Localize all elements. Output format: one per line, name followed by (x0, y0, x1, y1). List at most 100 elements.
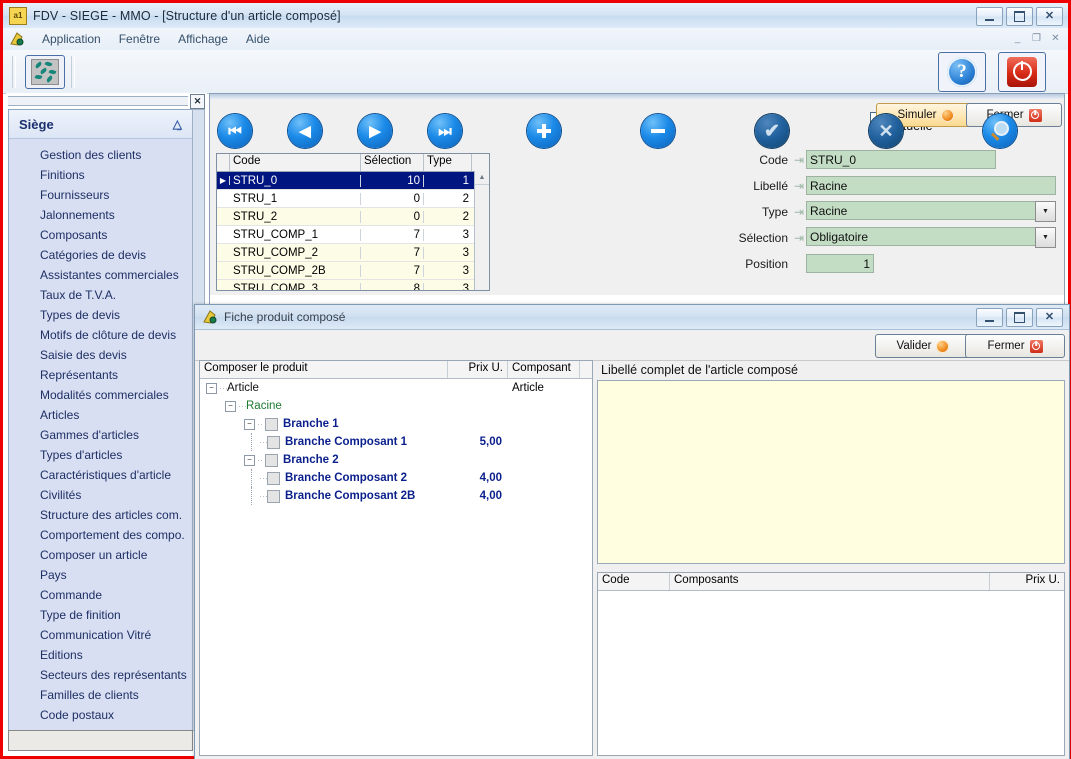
compose-tree-panel[interactable]: Composer le produit Prix U. Composant − … (199, 360, 593, 756)
sidebar-item-comportement-des-composants[interactable]: Comportement des compo. (9, 525, 192, 545)
sidebar-close-icon[interactable]: ✕ (190, 94, 205, 109)
tree-header-composant[interactable]: Composant (508, 361, 580, 378)
tree-row[interactable]: ··· Branche Composant 1 5,00 (200, 433, 592, 451)
tree-row[interactable]: − ··· Racine (200, 397, 592, 415)
collapse-expander-icon[interactable]: − (225, 401, 236, 412)
sidebar-item-structure-des-articles[interactable]: Structure des articles com. (9, 505, 192, 525)
collapse-expander-icon[interactable]: − (244, 419, 255, 430)
tree-row[interactable]: ··· Branche Composant 2 4,00 (200, 469, 592, 487)
collapse-expander-icon[interactable]: − (206, 383, 217, 394)
previous-record-button[interactable]: ◀ (288, 114, 322, 148)
close-button[interactable]: ✕ (1036, 7, 1063, 26)
structure-toolbar-button[interactable] (25, 55, 65, 89)
dialog-maximize-button[interactable] (1006, 308, 1033, 327)
quit-button[interactable] (998, 52, 1046, 92)
sidebar-item-modalites-commerciales[interactable]: Modalités commerciales (9, 385, 192, 405)
table-row[interactable]: STRU_2 0 2 (217, 208, 489, 226)
sidebar-item-gammes-darticles[interactable]: Gammes d'articles (9, 425, 192, 445)
tree-item-checkbox[interactable] (267, 436, 280, 449)
chevron-up-icon[interactable]: △̱ (173, 117, 182, 131)
add-button[interactable] (527, 114, 561, 148)
sidebar-item-code-postaux[interactable]: Code postaux (9, 705, 192, 725)
sidebar-item-editions[interactable]: Editions (9, 645, 192, 665)
sidebar-item-articles[interactable]: Articles (9, 405, 192, 425)
tree-item-checkbox[interactable] (265, 454, 278, 467)
sidebar-item-pays[interactable]: Pays (9, 565, 192, 585)
type-combo[interactable]: Racine ▼ (806, 201, 1056, 222)
first-record-button[interactable]: ⏮ (218, 114, 252, 148)
sidebar-dragbar[interactable]: ✕ (8, 94, 205, 108)
valider-button[interactable]: Valider (875, 334, 971, 358)
tree-item-checkbox[interactable] (267, 490, 280, 503)
scroll-up-icon[interactable]: ▲ (475, 171, 489, 185)
menu-item-aide[interactable]: Aide (237, 30, 279, 48)
tree-item-checkbox[interactable] (265, 418, 278, 431)
structure-grid[interactable]: Code Sélection Type ▶ STRU_0 10 1 STRU_1… (216, 153, 490, 291)
sidebar-item-jalonnements[interactable]: Jalonnements (9, 205, 192, 225)
tree-row[interactable]: ··· Branche Composant 2B 4,00 (200, 487, 592, 505)
sidebar-item-types-de-devis[interactable]: Types de devis (9, 305, 192, 325)
memo-field[interactable] (597, 380, 1065, 564)
sidebar-item-secteurs-des-representants[interactable]: Secteurs des représentants (9, 665, 192, 685)
table-row[interactable]: STRU_1 0 2 (217, 190, 489, 208)
tree-header-prix[interactable]: Prix U. (448, 361, 508, 378)
table-row[interactable]: ▶ STRU_0 10 1 (217, 172, 489, 190)
sidebar-item-gestion-des-clients[interactable]: Gestion des clients (9, 145, 192, 165)
validate-button[interactable]: ✔ (755, 114, 789, 148)
help-button[interactable]: ? (938, 52, 986, 92)
grid-header-prix[interactable]: Prix U. (990, 573, 1064, 590)
delete-button[interactable] (641, 114, 675, 148)
menu-item-application[interactable]: Application (33, 30, 110, 48)
sidebar-item-motifs-de-cloture-de-devis[interactable]: Motifs de clôture de devis (9, 325, 192, 345)
sidebar-item-fournisseurs[interactable]: Fournisseurs (9, 185, 192, 205)
sidebar-item-types-darticles[interactable]: Types d'articles (9, 445, 192, 465)
mdi-close-button[interactable]: ✕ (1047, 31, 1064, 46)
libelle-field[interactable]: Racine (806, 176, 1056, 195)
tree-header-composer[interactable]: Composer le produit (200, 361, 448, 378)
sidebar-item-communication-vitre[interactable]: Communication Vitré (9, 625, 192, 645)
sidebar-item-saisie-des-devis[interactable]: Saisie des devis (9, 345, 192, 365)
sidebar-item-type-de-finition[interactable]: Type de finition (9, 605, 192, 625)
dialog-minimize-button[interactable] (976, 308, 1003, 327)
sidebar-item-familles-de-clients[interactable]: Familles de clients (9, 685, 192, 705)
code-field[interactable]: STRU_0 (806, 150, 996, 169)
cancel-button[interactable]: ✕ (869, 114, 903, 148)
collapse-expander-icon[interactable]: − (244, 455, 255, 466)
dialog-fermer-button[interactable]: Fermer (965, 334, 1065, 358)
grid-header-composants[interactable]: Composants (670, 573, 990, 590)
chevron-down-icon[interactable]: ▼ (1035, 227, 1056, 248)
table-row[interactable]: STRU_COMP_2B 7 3 (217, 262, 489, 280)
next-record-button[interactable]: ▶ (358, 114, 392, 148)
sidebar-item-composer-un-article[interactable]: Composer un article (9, 545, 192, 565)
sidebar-item-commande[interactable]: Commande (9, 585, 192, 605)
grid-header-type[interactable]: Type (424, 154, 472, 171)
menu-item-fenetre[interactable]: Fenêtre (110, 30, 169, 48)
maximize-button[interactable] (1006, 7, 1033, 26)
position-field[interactable]: 1 (806, 254, 874, 273)
tree-row[interactable]: − ··· Article Article (200, 379, 592, 397)
minimize-button[interactable] (976, 7, 1003, 26)
type-field[interactable]: Racine (806, 201, 1035, 220)
sidebar-item-caracteristiques-darticle[interactable]: Caractéristiques d'article (9, 465, 192, 485)
selection-field[interactable]: Obligatoire (806, 227, 1035, 246)
sidebar-item-finitions[interactable]: Finitions (9, 165, 192, 185)
table-row[interactable]: STRU_COMP_1 7 3 (217, 226, 489, 244)
menu-item-affichage[interactable]: Affichage (169, 30, 237, 48)
table-row[interactable]: STRU_COMP_2 7 3 (217, 244, 489, 262)
search-button[interactable] (983, 114, 1017, 148)
tree-row[interactable]: − ·· Branche 2 (200, 451, 592, 469)
mdi-restore-button[interactable]: ❐ (1028, 31, 1045, 46)
sidebar-grip[interactable] (8, 96, 188, 106)
sidebar-header[interactable]: Siège △̱ (9, 110, 192, 139)
table-row[interactable]: STRU_COMP_3 8 3 (217, 280, 489, 291)
last-record-button[interactable]: ⏭ (428, 114, 462, 148)
sidebar-item-representants[interactable]: Représentants (9, 365, 192, 385)
sidebar-item-categories-de-devis[interactable]: Catégories de devis (9, 245, 192, 265)
chevron-down-icon[interactable]: ▼ (1035, 201, 1056, 222)
tree-row[interactable]: − ·· Branche 1 (200, 415, 592, 433)
grid-header-code[interactable]: Code (598, 573, 670, 590)
grid-header-selection[interactable]: Sélection (361, 154, 424, 171)
structure-grid-scrollbar[interactable]: ▲ (474, 171, 489, 290)
sidebar-item-assistantes-commerciales[interactable]: Assistantes commerciales (9, 265, 192, 285)
components-grid[interactable]: Code Composants Prix U. (597, 572, 1065, 756)
